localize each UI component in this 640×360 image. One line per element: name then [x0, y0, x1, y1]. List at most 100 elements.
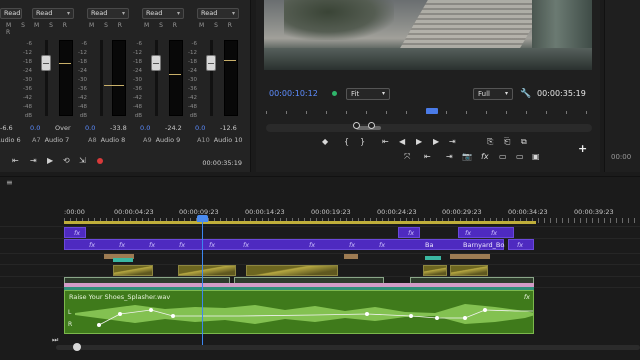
db-tick: -6 [26, 41, 32, 47]
mode-label: Read [201, 9, 218, 17]
add-marker-button[interactable]: ◆ [322, 137, 328, 146]
video-preview [264, 0, 592, 70]
msr-buttons[interactable]: M S R [89, 22, 126, 29]
mixer-channel-audio-8: Read ▾ M S R -6 -12 -18 -24 -30 -36 -42 -… [78, 0, 134, 145]
keyframe [365, 312, 369, 316]
vr-view-button[interactable]: ▭ [516, 152, 524, 161]
settings-wrench-icon[interactable]: 🔧 [520, 89, 531, 99]
monitor-zoom-scrollbar[interactable] [266, 124, 592, 132]
pan-value[interactable]: 0.0 [30, 124, 40, 132]
scroll-handle-right[interactable] [368, 122, 375, 129]
track-separator [0, 226, 640, 227]
step-back-button[interactable]: ◀ [399, 137, 405, 146]
keyframe [97, 323, 101, 327]
adjustment-clip[interactable] [246, 265, 338, 276]
automation-mode-select[interactable]: Read [0, 8, 22, 19]
msr-buttons[interactable]: M S R [144, 22, 181, 29]
insert-button[interactable]: ⇤ [424, 152, 431, 161]
video-clip[interactable]: fx [398, 227, 420, 238]
export-frame-icon[interactable]: 📷 [462, 152, 472, 161]
timeline-playhead[interactable] [197, 215, 208, 222]
safe-margins-button[interactable]: ▭ [499, 152, 507, 161]
db-tick: -30 [23, 77, 32, 83]
chevron-down-icon: ▾ [66, 10, 70, 17]
adjustment-clip[interactable] [178, 265, 236, 276]
play-in-to-out-button[interactable]: ⇲ [79, 156, 86, 165]
chevron-down-icon: ▾ [381, 90, 385, 97]
automation-mode-select[interactable]: Read ▾ [142, 8, 184, 19]
video-clip[interactable] [113, 258, 133, 262]
pan-value[interactable]: 0.0 [140, 124, 150, 132]
trim-mode-button[interactable]: ⤧ [404, 152, 410, 162]
volume-fader[interactable] [41, 55, 51, 71]
playhead-timecode[interactable]: 00:00:10:12 [269, 89, 318, 98]
video-clip[interactable] [425, 256, 441, 260]
fx-badge: fx [74, 229, 81, 237]
go-to-out-button[interactable]: ⇥ [30, 156, 37, 165]
video-clip[interactable] [450, 254, 490, 259]
opacity-ramp [114, 266, 152, 275]
video-clip[interactable]: fx fx fx fx fx fx fx fx fx Ba Barnyard_B… [64, 239, 505, 250]
overwrite-button[interactable]: ⇥ [446, 152, 453, 161]
db-tick: -24 [133, 68, 142, 74]
automation-mode-select[interactable]: Read ▾ [32, 8, 74, 19]
video-clip[interactable]: fx [508, 239, 534, 250]
fx-badge: fx [491, 229, 498, 237]
automation-mode-select[interactable]: Read ▾ [197, 8, 239, 19]
go-to-end-icon[interactable]: ⏭ [52, 336, 58, 345]
level-meter [112, 40, 126, 116]
audio-clip-raise-your-shoes[interactable]: Raise Your Shoes_Splasher.wav fx L R [64, 290, 534, 334]
pan-value[interactable]: 0.0 [85, 124, 95, 132]
keyframe [409, 314, 413, 318]
work-area-bar[interactable] [64, 221, 536, 224]
playback-resolution-select[interactable]: Full ▾ [473, 88, 513, 100]
lift-button[interactable]: ⎘ [487, 137, 493, 147]
peak-indicator [169, 74, 181, 75]
go-to-out-button[interactable]: ⇥ [449, 137, 456, 146]
db-tick: -48 [188, 104, 197, 110]
compare-view-button[interactable]: ⧉ [521, 137, 527, 147]
go-to-in-button[interactable]: ⇤ [12, 156, 19, 165]
play-button[interactable]: ▶ [47, 156, 53, 165]
db-tick: -12 [133, 50, 142, 56]
button-editor-add-button[interactable]: + [578, 142, 587, 155]
volume-fader[interactable] [151, 55, 161, 71]
db-tick: -42 [188, 95, 197, 101]
panel-menu-icon[interactable]: ≡ [6, 178, 13, 187]
record-button[interactable] [97, 158, 103, 164]
extract-button[interactable]: ⎗ [504, 137, 510, 147]
pan-value[interactable]: 0.0 [195, 124, 205, 132]
opacity-ramp [179, 266, 235, 275]
automation-mode-select[interactable]: Read ▾ [87, 8, 129, 19]
adjustment-clip[interactable] [113, 265, 153, 276]
fx-toggle-button[interactable]: fx [481, 152, 489, 161]
video-clip[interactable]: fx fx [458, 227, 514, 238]
mark-out-button[interactable]: } [360, 137, 365, 146]
msr-buttons[interactable]: M S R [199, 22, 236, 29]
scroll-handle-left[interactable] [353, 122, 360, 129]
msr-buttons[interactable]: M S R [34, 22, 71, 29]
multicam-button[interactable]: ▣ [532, 152, 540, 161]
mark-in-button[interactable]: { [344, 137, 349, 146]
db-tick: -36 [78, 86, 87, 92]
monitor-playhead[interactable] [426, 108, 438, 114]
video-clip[interactable] [344, 254, 358, 259]
adjustment-clip[interactable] [423, 265, 447, 276]
db-tick: -18 [133, 59, 142, 65]
timeline-horizontal-scrollbar[interactable] [56, 345, 640, 350]
ruler-label: :00:00 [64, 208, 85, 216]
video-clip[interactable]: fx [64, 227, 86, 238]
volume-fader[interactable] [206, 55, 216, 71]
timeline-playhead-line[interactable] [202, 217, 203, 347]
loop-button[interactable]: ⟲ [63, 156, 70, 165]
go-to-in-button[interactable]: ⇤ [382, 137, 389, 146]
zoom-fit-select[interactable]: Fit ▾ [346, 88, 390, 100]
db-tick: dB [24, 113, 32, 119]
fx-badge: fx [309, 241, 316, 249]
adjustment-clip[interactable] [450, 265, 488, 276]
channel-name: Audio 10 [213, 136, 243, 144]
step-forward-button[interactable]: ▶ [433, 137, 439, 146]
db-tick: -36 [188, 86, 197, 92]
play-stop-button[interactable]: ▶ [416, 137, 422, 146]
timeline-zoom-handle[interactable] [73, 343, 81, 351]
